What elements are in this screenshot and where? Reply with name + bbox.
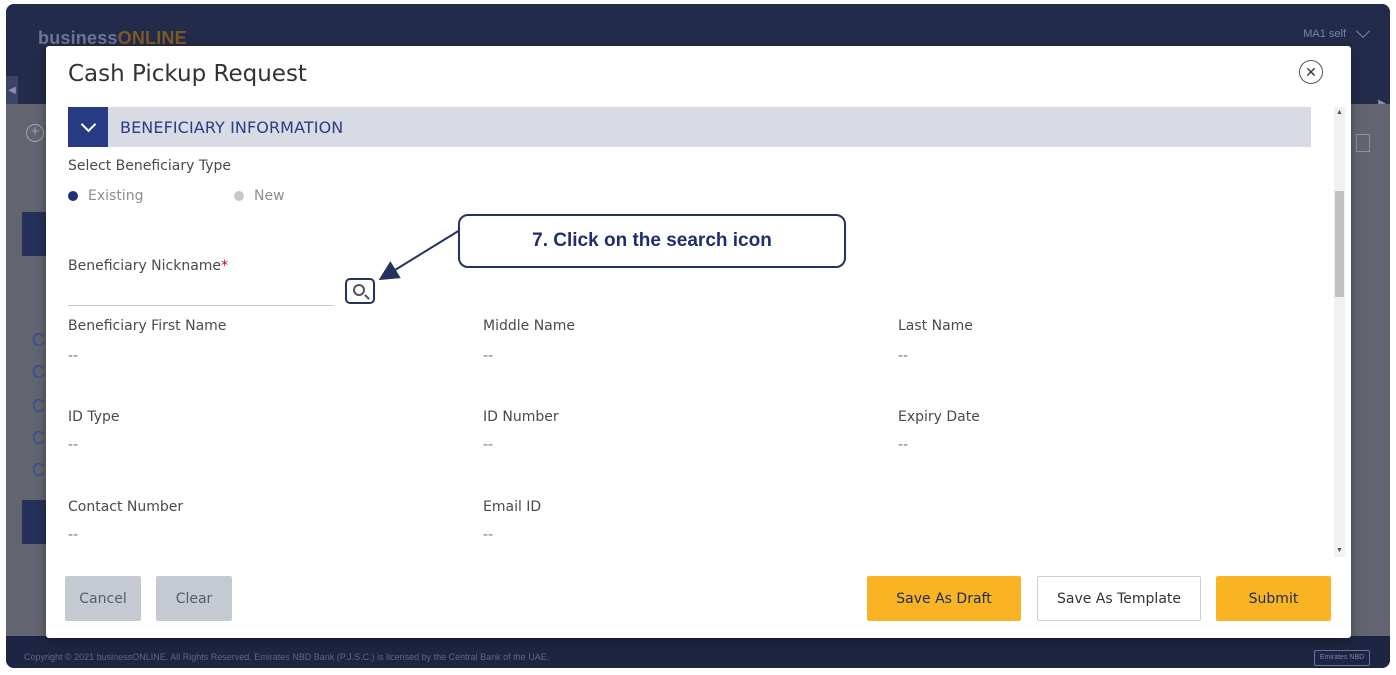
- id-number-value: --: [483, 437, 494, 453]
- email-id-label: Email ID: [483, 499, 542, 515]
- id-type-value: --: [68, 437, 79, 453]
- radio-unselected-icon: [234, 191, 244, 201]
- expiry-date-label: Expiry Date: [898, 409, 980, 425]
- email-id-value: --: [483, 527, 494, 543]
- first-name-value: --: [68, 348, 79, 364]
- search-icon[interactable]: [345, 278, 375, 304]
- tutorial-callout: 7. Click on the search icon: [458, 214, 846, 268]
- chevron-down-icon[interactable]: [68, 107, 108, 147]
- middle-name-value: --: [483, 348, 494, 364]
- radio-new[interactable]: New: [234, 188, 285, 204]
- radio-existing[interactable]: Existing: [68, 188, 143, 204]
- section-title: BENEFICIARY INFORMATION: [120, 118, 344, 137]
- user-menu[interactable]: MA1 self: [1303, 28, 1346, 40]
- side-link[interactable]: C: [32, 396, 45, 417]
- save-as-template-button[interactable]: Save As Template: [1037, 576, 1201, 621]
- side-link[interactable]: C: [32, 460, 45, 481]
- expiry-date-value: --: [898, 437, 909, 453]
- submit-button[interactable]: Submit: [1216, 576, 1331, 621]
- radio-new-label: New: [254, 188, 285, 204]
- beneficiary-section-header[interactable]: BENEFICIARY INFORMATION: [68, 107, 1311, 147]
- side-panel-toggle[interactable]: [22, 500, 48, 544]
- contact-number-value: --: [68, 527, 79, 543]
- contact-number-label: Contact Number: [68, 499, 184, 515]
- side-link[interactable]: C: [32, 362, 45, 383]
- side-link[interactable]: C: [32, 330, 45, 351]
- scroll-up-icon[interactable]: ▲: [1334, 107, 1345, 119]
- cancel-button[interactable]: Cancel: [65, 576, 141, 621]
- radio-selected-icon: [68, 191, 78, 201]
- close-icon[interactable]: ✕: [1299, 60, 1323, 84]
- add-icon[interactable]: +: [26, 124, 44, 142]
- clear-button[interactable]: Clear: [156, 576, 232, 621]
- radio-existing-label: Existing: [88, 188, 144, 204]
- scrollbar-thumb[interactable]: [1335, 191, 1344, 297]
- side-panel-toggle[interactable]: [22, 212, 48, 256]
- beneficiary-type-label: Select Beneficiary Type: [68, 158, 231, 174]
- middle-name-label: Middle Name: [483, 318, 575, 334]
- bank-logo: Emirates NBD: [1314, 650, 1370, 666]
- modal-title: Cash Pickup Request: [68, 61, 307, 87]
- beneficiary-nickname-input[interactable]: [68, 280, 334, 306]
- modal-scrollbar[interactable]: ▲ ▼: [1334, 107, 1345, 557]
- save-as-draft-button[interactable]: Save As Draft: [867, 576, 1021, 621]
- last-name-value: --: [898, 348, 909, 364]
- beneficiary-nickname-label: Beneficiary Nickname*: [68, 258, 229, 274]
- first-name-label: Beneficiary First Name: [68, 318, 227, 334]
- required-marker: *: [221, 258, 229, 274]
- cash-pickup-modal: Cash Pickup Request ✕ BENEFICIARY INFORM…: [46, 46, 1351, 638]
- scroll-left-icon[interactable]: ◀: [6, 76, 18, 106]
- scroll-down-icon[interactable]: ▼: [1334, 545, 1345, 557]
- copyright-text: Copyright © 2021 businessONLINE. All Rig…: [24, 652, 550, 662]
- id-type-label: ID Type: [68, 409, 120, 425]
- expand-icon[interactable]: [1356, 134, 1370, 152]
- id-number-label: ID Number: [483, 409, 559, 425]
- side-link[interactable]: C: [32, 428, 45, 449]
- last-name-label: Last Name: [898, 318, 973, 334]
